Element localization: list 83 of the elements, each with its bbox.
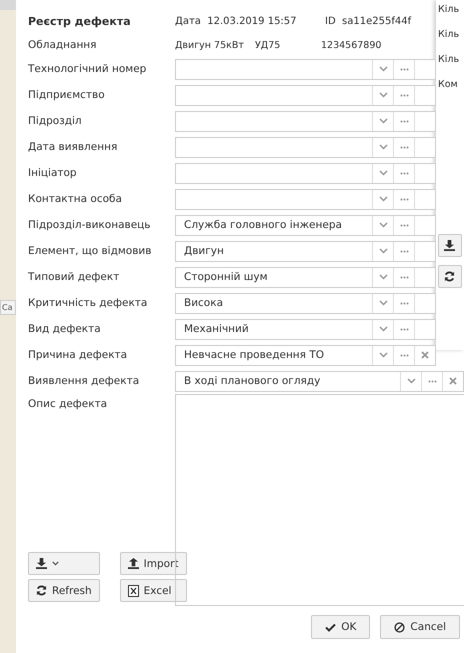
more-icon[interactable] xyxy=(400,276,408,278)
panel-label: Кіль xyxy=(438,4,460,17)
field-label: Виявлення дефекта xyxy=(28,375,140,387)
more-icon[interactable] xyxy=(428,380,436,382)
chevron-down-icon[interactable] xyxy=(378,66,388,72)
chevron-down-icon[interactable] xyxy=(378,118,388,124)
more-icon[interactable] xyxy=(400,250,408,252)
checkmark-icon xyxy=(325,622,336,632)
chevron-down-icon[interactable] xyxy=(378,196,388,202)
field-label: Елемент, що відмовив xyxy=(28,245,152,257)
field-label: Контактна особа xyxy=(28,193,123,205)
field-label: Обладнання xyxy=(28,39,98,51)
cancel-button[interactable]: Cancel xyxy=(380,615,460,639)
chevron-down-icon xyxy=(52,561,59,566)
refresh-icon xyxy=(444,271,455,282)
combo-field[interactable] xyxy=(175,58,436,80)
chevron-down-icon[interactable] xyxy=(378,274,388,280)
ok-button[interactable]: OK xyxy=(311,615,370,639)
equipment-name: Двигун 75кВт xyxy=(175,40,245,50)
download-icon xyxy=(444,240,455,251)
panel-label: Кіль xyxy=(438,54,460,67)
refresh-button[interactable]: Refresh xyxy=(28,579,100,602)
combo-field[interactable] xyxy=(175,110,436,132)
more-icon[interactable] xyxy=(400,302,408,304)
combo-field[interactable] xyxy=(175,162,436,184)
chevron-down-icon[interactable] xyxy=(378,92,388,98)
panel-label: Кіль xyxy=(438,29,460,42)
field-label: Вид дефекта xyxy=(28,323,102,335)
clear-icon[interactable] xyxy=(421,351,429,359)
more-icon[interactable] xyxy=(400,224,408,226)
field-label: Дата виявлення xyxy=(28,141,118,153)
field-label: Технологічний номер xyxy=(28,63,148,75)
background-button-fragment: Ca xyxy=(0,300,16,315)
more-icon[interactable] xyxy=(400,68,408,70)
more-icon[interactable] xyxy=(400,120,408,122)
field-label: Підрозділ xyxy=(28,115,83,127)
more-icon[interactable] xyxy=(400,146,408,148)
combo-field[interactable]: Механічний xyxy=(175,318,436,340)
equipment-model: УД75 xyxy=(255,40,282,50)
field-label: Причина дефекта xyxy=(28,349,128,361)
more-icon[interactable] xyxy=(400,328,408,330)
combo-field[interactable]: Двигун xyxy=(175,240,436,262)
field-label: Підрозділ-виконавець xyxy=(28,219,152,231)
more-icon[interactable] xyxy=(400,94,408,96)
export-button[interactable] xyxy=(438,234,462,257)
chevron-down-icon[interactable] xyxy=(378,222,388,228)
chevron-down-icon[interactable] xyxy=(378,144,388,150)
combo-field[interactable]: Служба головного інженера xyxy=(175,214,436,236)
field-label: Критичність дефекта xyxy=(28,297,148,309)
more-icon[interactable] xyxy=(400,198,408,200)
chevron-down-icon[interactable] xyxy=(378,300,388,306)
equipment-number: 1234567890 xyxy=(321,40,382,50)
chevron-down-icon[interactable] xyxy=(378,170,388,176)
chevron-down-icon[interactable] xyxy=(406,378,416,384)
combo-field[interactable]: В ході планового огляду xyxy=(175,370,464,392)
combo-field[interactable] xyxy=(175,136,436,158)
id-text: ID sa11e255f44f xyxy=(325,16,412,26)
cancel-icon xyxy=(394,622,406,632)
spreadsheet-icon xyxy=(128,584,139,596)
more-icon[interactable] xyxy=(400,354,408,356)
field-label: Опис дефекта xyxy=(28,397,108,410)
upload-icon xyxy=(128,558,139,569)
combo-field[interactable]: Невчасне проведення ТО xyxy=(175,344,436,366)
field-label: Типовий дефект xyxy=(28,271,120,283)
excel-button[interactable]: Excel xyxy=(120,579,187,602)
panel-label: Ком xyxy=(438,79,459,92)
combo-field[interactable]: Сторонній шум xyxy=(175,266,436,288)
dialog-title: Реєстр дефекта xyxy=(28,14,132,28)
refresh-button[interactable] xyxy=(438,265,462,288)
date-text: Дата 12.03.2019 15:57 xyxy=(175,16,298,26)
combo-field[interactable]: Висока xyxy=(175,292,436,314)
combo-field[interactable] xyxy=(175,84,436,106)
download-icon xyxy=(36,558,47,569)
clear-icon[interactable] xyxy=(449,377,457,385)
combo-field[interactable] xyxy=(175,188,436,210)
chevron-down-icon[interactable] xyxy=(378,352,388,358)
more-icon[interactable] xyxy=(400,172,408,174)
refresh-icon xyxy=(36,585,47,596)
chevron-down-icon[interactable] xyxy=(378,326,388,332)
field-label: Ініціатор xyxy=(28,167,78,179)
chevron-down-icon[interactable] xyxy=(378,248,388,254)
field-label: Підприємство xyxy=(28,89,106,101)
export-button[interactable] xyxy=(28,552,100,575)
